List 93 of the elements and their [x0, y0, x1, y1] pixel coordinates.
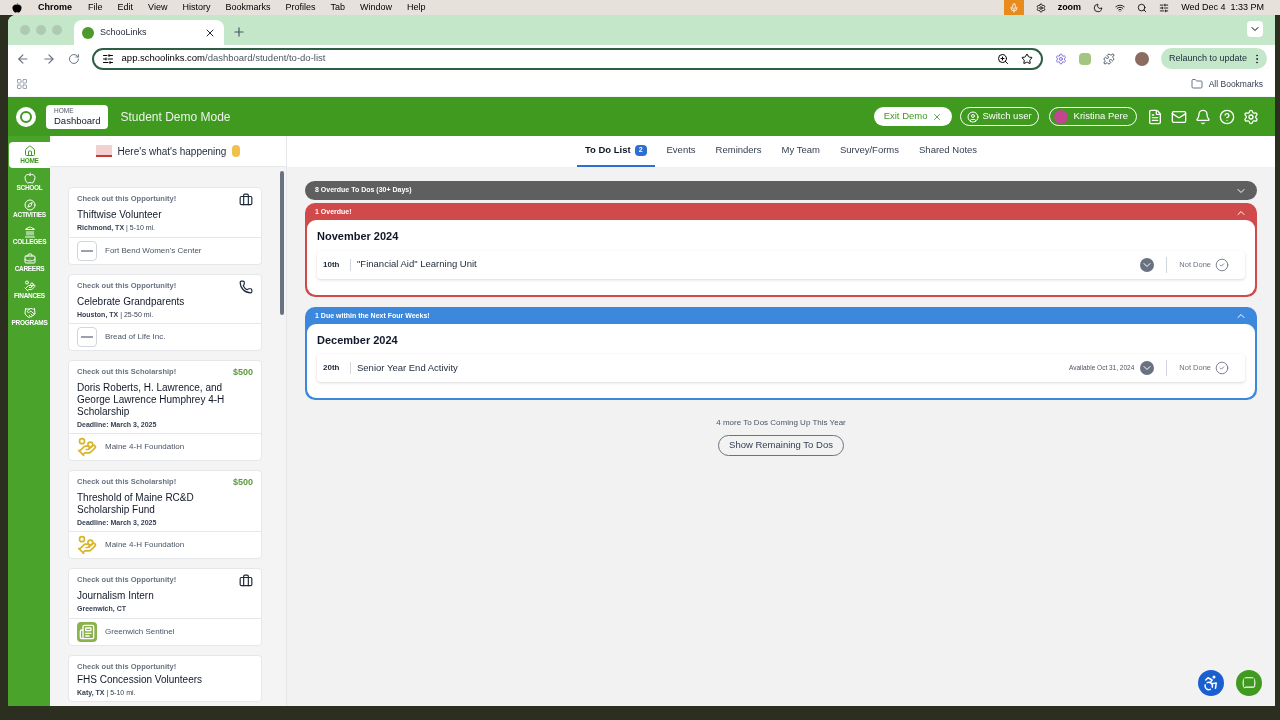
school-logo-icon: [95, 145, 112, 157]
logo-icon: [77, 327, 97, 347]
nav-icon: [23, 199, 36, 211]
user-icon: [966, 110, 979, 123]
help-icon[interactable]: [1219, 108, 1235, 125]
tab[interactable]: My Team: [773, 136, 828, 167]
card-title: Celebrate Grandparents: [77, 295, 186, 308]
month-heading: December 2024: [317, 332, 399, 348]
card-title: Doris Roberts, H. Lawrence, and George Lawrence Humphrey 4-H Scholarship: [77, 381, 226, 418]
organization-name: Fort Bend Women's Center: [105, 244, 202, 257]
apps-icon[interactable]: [16, 78, 28, 90]
control-center-icon[interactable]: [1159, 2, 1170, 13]
card-title: Threshold of Maine RC&D Scholarship Fund: [77, 491, 195, 516]
mail-icon[interactable]: [1171, 108, 1187, 125]
tab[interactable]: Survey/Forms: [831, 136, 907, 167]
address-bar[interactable]: app.schoolinks.com/dashboard/student/to-do-list: [91, 47, 1044, 70]
expand-icon[interactable]: [1140, 257, 1155, 272]
scrollbar-thumb[interactable]: [280, 171, 284, 315]
extension-icon[interactable]: [1055, 52, 1068, 65]
briefcase-icon: [239, 574, 253, 588]
organization-name: Greenwich Sentinel: [105, 625, 175, 638]
zoom-icon[interactable]: [997, 52, 1010, 65]
check-icon[interactable]: [1215, 257, 1229, 272]
nav-icon: [23, 253, 36, 265]
menu-item[interactable]: View: [148, 0, 168, 15]
card-title: Journalism Intern: [77, 590, 155, 602]
menu-item[interactable]: Window: [359, 0, 392, 15]
site-settings-icon[interactable]: [101, 52, 114, 65]
briefcase-icon: [239, 193, 253, 207]
nav-icon: [23, 172, 36, 184]
menu-item[interactable]: Tab: [330, 0, 345, 15]
organization-name: Maine 4-H Foundation: [105, 539, 185, 551]
due-day: 10th: [323, 258, 351, 271]
new-tab-icon[interactable]: [232, 25, 246, 39]
apple-icon[interactable]: [12, 2, 22, 13]
browser-tab[interactable]: SchooLinks: [74, 20, 224, 45]
tab[interactable]: Reminders: [707, 136, 770, 167]
month-heading: November 2024: [317, 229, 400, 244]
nav-icon: [23, 307, 36, 319]
organization-name: Maine 4-H Foundation: [105, 441, 185, 453]
nav-icon: [23, 280, 36, 292]
gear-icon[interactable]: [1035, 2, 1046, 13]
menu-item[interactable]: Help: [407, 0, 426, 15]
notification-icon[interactable]: [1195, 108, 1211, 125]
clock: Wed Dec 4 1:33 PM: [1181, 0, 1264, 14]
relaunch-button[interactable]: Relaunch to update: [1160, 48, 1267, 69]
settings-icon[interactable]: [1243, 108, 1259, 125]
menu-item[interactable]: Chrome: [38, 0, 72, 15]
check-icon[interactable]: [1215, 361, 1229, 375]
organization-name: Bread of Life Inc.: [105, 331, 166, 343]
extensions-icon[interactable]: [1103, 52, 1116, 65]
more-todos-text: 4 more To Dos Coming Up This Year: [716, 417, 846, 429]
phone-icon: [239, 279, 253, 294]
reload-icon[interactable]: [67, 52, 80, 65]
nav-icon: [23, 145, 36, 157]
logo-icon: [77, 621, 97, 642]
chat-icon[interactable]: [1236, 670, 1262, 696]
avatar-icon: [1053, 109, 1068, 124]
microphone-icon: [1003, 0, 1024, 15]
exit-demo-button[interactable]: Exit Demo: [873, 107, 952, 126]
folder-icon: [1190, 78, 1203, 90]
profile-avatar[interactable]: [1135, 51, 1149, 66]
due-day: 20th: [323, 362, 351, 374]
wifi-icon[interactable]: [1115, 2, 1126, 13]
feed-header: Here's what's happening: [50, 136, 286, 167]
bookmarks-folder[interactable]: All Bookmarks: [1190, 77, 1263, 91]
star-icon[interactable]: [1021, 52, 1034, 65]
logo-icon: [16, 106, 36, 127]
logo-icon: [77, 240, 97, 261]
todo-title: Senior Year End Activity: [357, 360, 459, 375]
todo-title: "Financial Aid" Learning Unit: [357, 257, 478, 272]
amount: $500: [232, 366, 253, 379]
card-title: Thiftwise Volunteer: [77, 209, 163, 221]
card-title: FHS Concession Volunteers: [77, 673, 204, 686]
tab-search-icon[interactable]: [1247, 21, 1263, 37]
search-icon[interactable]: [1137, 2, 1148, 13]
nav-icon: [23, 226, 36, 238]
tab[interactable]: Events: [658, 136, 704, 167]
menu-item[interactable]: Edit: [117, 0, 134, 15]
back-icon[interactable]: [16, 51, 30, 66]
mode-title: Student Demo Mode: [120, 108, 231, 126]
expand-icon[interactable]: [1140, 361, 1155, 375]
tab[interactable]: Shared Notes: [911, 136, 986, 167]
amount: $500: [232, 476, 253, 489]
menu-item[interactable]: Bookmarks: [225, 0, 271, 15]
document-icon[interactable]: [1147, 108, 1163, 125]
menu-item[interactable]: Profiles: [285, 0, 316, 15]
accessibility-icon[interactable]: [1198, 670, 1224, 696]
moon-icon[interactable]: [1093, 2, 1104, 13]
status-item[interactable]: zoom: [1057, 0, 1082, 15]
menu-item[interactable]: History: [182, 0, 211, 15]
forward-icon[interactable]: [41, 51, 56, 66]
menu-item[interactable]: File: [88, 0, 103, 15]
